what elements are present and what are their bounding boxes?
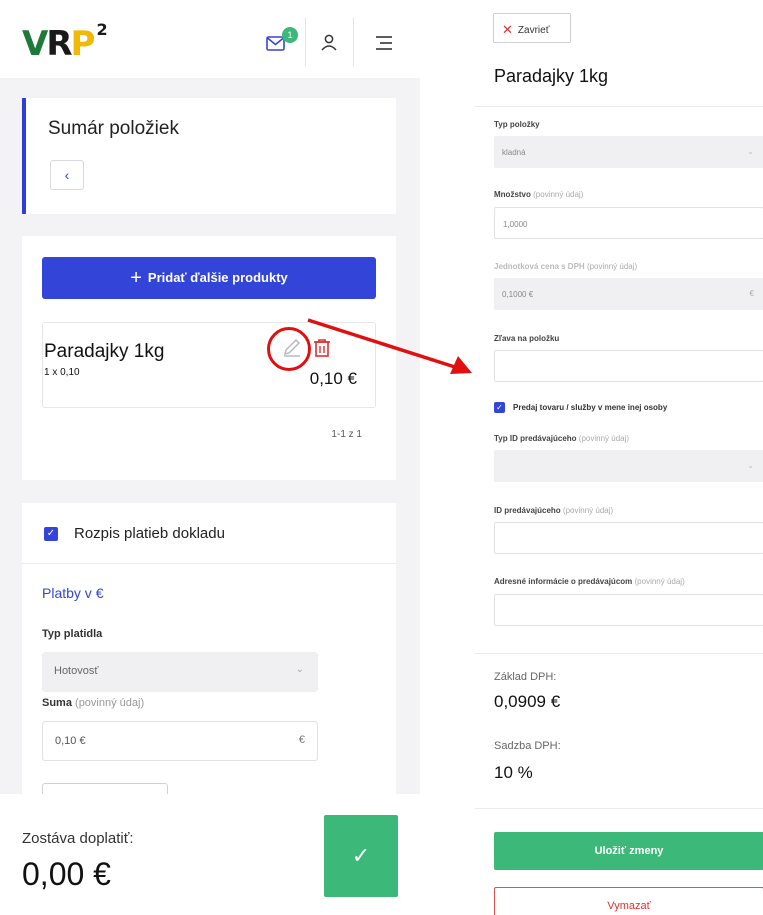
divider	[475, 106, 763, 107]
seller-id-type-select[interactable]: ⌄	[494, 450, 763, 482]
unit-price-input: 0,1000 € €	[494, 278, 763, 310]
vat-base-value: 0,0909 €	[494, 692, 561, 711]
close-button[interactable]: ✕ Zavrieť	[493, 13, 571, 43]
app-logo[interactable]: VRP 2	[22, 20, 108, 64]
close-icon: ✕	[502, 22, 513, 37]
back-button[interactable]: ‹	[50, 160, 84, 190]
payments-card: ✓ Rozpis platieb dokladu Platby v € Typ …	[22, 503, 396, 813]
add-products-label: Pridať ďalšie produkty	[147, 270, 288, 285]
quantity-value: 1,0000	[503, 220, 528, 229]
product-quantity: 1 x 0,10	[44, 367, 80, 378]
amount-input[interactable]: 0,10 € €	[42, 721, 318, 761]
mobile-screen-summary: VRP 2 1 Sumár položiek ‹ + Pridať ďalšie p…	[0, 0, 420, 915]
seller-address-input[interactable]	[494, 594, 763, 626]
currency-unit: €	[298, 734, 305, 746]
seller-id-type-label: Typ ID predávajúceho (povinný údaj)	[494, 434, 630, 443]
add-products-button[interactable]: + Pridať ďalšie produkty	[42, 257, 376, 299]
amount-value: 0,10 €	[55, 735, 86, 747]
pagination-info: 1-1 z 1	[331, 429, 362, 440]
item-type-value: kladná	[502, 148, 526, 157]
header-divider	[353, 18, 354, 66]
chevron-down-icon: ⌄	[747, 147, 754, 156]
payment-breakdown-label: Rozpis platieb dokladu	[74, 525, 225, 542]
payments-section-title: Platby v €	[42, 585, 104, 601]
discount-input[interactable]	[494, 350, 763, 382]
vat-rate-label: Sadzba DPH:	[494, 740, 561, 752]
payment-type-select[interactable]: Hotovosť ⌄	[42, 652, 318, 692]
page-title: Sumár položiek	[48, 118, 179, 139]
divider	[475, 808, 763, 809]
divider	[475, 653, 763, 654]
unit-price-label: Jednotková cena s DPH (povinný údaj)	[494, 262, 638, 271]
user-icon[interactable]	[318, 32, 340, 54]
quantity-label: Množstvo (povinný údaj)	[494, 190, 584, 199]
item-type-select[interactable]: kladná ⌄	[494, 136, 763, 168]
close-label: Zavrieť	[517, 25, 550, 36]
remaining-value: 0,00 €	[22, 856, 111, 892]
notification-badge: 1	[282, 27, 298, 43]
chevron-down-icon: ⌄	[295, 664, 304, 675]
vat-base-label: Základ DPH:	[494, 671, 557, 683]
currency-unit: €	[749, 289, 754, 298]
third-party-sale-checkbox[interactable]: ✓	[494, 402, 505, 413]
vat-rate-value: 10 %	[494, 763, 533, 782]
payment-breakdown-checkbox[interactable]: ✓	[44, 527, 58, 541]
quantity-input[interactable]: 1,0000	[494, 207, 763, 239]
remaining-label: Zostáva doplatiť:	[22, 830, 134, 847]
third-party-sale-label: Predaj tovaru / služby v mene inej osoby	[513, 403, 668, 412]
confirm-button[interactable]: ✓	[324, 815, 398, 897]
payment-type-label: Typ platidla	[42, 628, 103, 640]
header-divider	[305, 18, 306, 66]
amount-label: Suma (povinný údaj)	[42, 697, 145, 709]
seller-id-label: ID predávajúceho (povinný údaj)	[494, 506, 614, 515]
unit-price-value: 0,1000 €	[502, 290, 534, 299]
divider	[22, 563, 396, 564]
seller-address-label: Adresné informácie o predávajúcom (povin…	[494, 577, 685, 586]
edit-item-panel: ✕ Zavrieť Paradajky 1kg Typ položky kladn…	[475, 0, 763, 915]
save-changes-button[interactable]: Uložiť zmeny	[494, 832, 763, 870]
product-name: Paradajky 1kg	[44, 341, 165, 362]
discount-label: Zľava na položku	[494, 334, 560, 343]
app-header: VRP 2 1	[0, 0, 420, 78]
summary-card: Sumár položiek ‹	[22, 98, 396, 214]
delete-button[interactable]: Vymazať	[494, 887, 763, 915]
menu-icon[interactable]	[373, 32, 395, 54]
payment-type-value: Hotovosť	[54, 665, 99, 677]
panel-title: Paradajky 1kg	[494, 66, 609, 86]
annotation-arrow	[307, 318, 472, 374]
plus-icon: +	[130, 267, 142, 289]
footer-bar: Zostáva doplatiť: 0,00 € ✓	[0, 794, 420, 915]
chevron-down-icon: ⌄	[747, 461, 754, 470]
item-type-label: Typ položky	[494, 120, 540, 129]
seller-id-input[interactable]	[494, 522, 763, 554]
